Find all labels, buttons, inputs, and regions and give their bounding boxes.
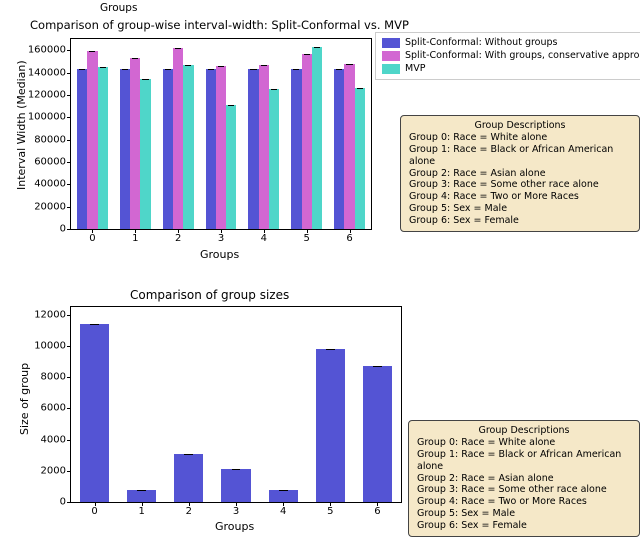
chart2-plot-area: 0200040006000800010000120000123456: [70, 306, 402, 503]
chart1-bar: [312, 47, 322, 229]
groupbox-line: Group 0: Race = White alone: [417, 437, 631, 449]
chart2-bar: [127, 490, 156, 502]
chart1-ytick: 60000: [34, 156, 71, 167]
chart1-bar: [98, 67, 108, 229]
chart1-bar: [344, 64, 354, 229]
chart1-bar: [334, 69, 344, 229]
groupbox-line: Group 3: Race = Some other race alone: [409, 179, 631, 191]
chart1-bar: [183, 65, 193, 229]
chart1-bar: [77, 69, 87, 229]
groupbox-line: Group 2: Race = Asian alone: [409, 168, 631, 180]
legend-label: Split-Conformal: Without groups: [405, 37, 557, 50]
groupbox-line: Group 6: Sex = Female: [409, 215, 631, 227]
group-descriptions-box: Group DescriptionsGroup 0: Race = White …: [400, 115, 640, 232]
chart1-xlabel: Groups: [200, 248, 239, 261]
chart1-bar: [259, 65, 269, 229]
chart1-bar: [206, 69, 216, 229]
group-descriptions-box: Group DescriptionsGroup 0: Race = White …: [408, 420, 640, 537]
chart1-bar: [120, 69, 130, 229]
chart2-bar: [174, 454, 203, 502]
chart2-ytick: 12000: [34, 309, 71, 320]
chart1-bar: [163, 69, 173, 229]
chart1-ytick: 160000: [28, 45, 71, 56]
chart2-bar: [221, 469, 250, 502]
groupbox-line: Group 6: Sex = Female: [417, 520, 631, 532]
groupbox-line: Group 5: Sex = Male: [409, 203, 631, 215]
chart1-ytick: 80000: [34, 134, 71, 145]
legend-label: Split-Conformal: With groups, conservati…: [405, 50, 640, 63]
chart1-title: Comparison of group-wise interval-width:…: [30, 18, 409, 32]
chart1-plot-area: 0200004000060000800001000001200001400001…: [70, 38, 372, 230]
groupbox-line: Group 5: Sex = Male: [417, 508, 631, 520]
chart2-bar: [316, 349, 345, 502]
chart1-bar: [291, 69, 301, 229]
legend-swatch: [382, 38, 400, 48]
chart1-bar: [173, 48, 183, 229]
chart1-ytick: 40000: [34, 179, 71, 190]
chart1-ytick: 20000: [34, 201, 71, 212]
chart1-bar: [140, 79, 150, 229]
chart1-bar: [248, 69, 258, 229]
chart1-bar: [355, 88, 365, 229]
chart2-xlabel: Groups: [215, 520, 254, 533]
chart1-bar: [216, 66, 226, 229]
chart1-bar: [130, 58, 140, 229]
groupbox-title: Group Descriptions: [409, 120, 631, 132]
chart2-bar: [80, 324, 109, 502]
chart1-legend: Split-Conformal: Without groups Split-Co…: [375, 32, 640, 80]
chart1-bar: [269, 89, 279, 229]
groupbox-line: Group 4: Race = Two or More Races: [417, 496, 631, 508]
chart1-bar: [226, 105, 236, 229]
legend-swatch: [382, 64, 400, 74]
groupbox-line: Group 4: Race = Two or More Races: [409, 191, 631, 203]
groupbox-line: Group 2: Race = Asian alone: [417, 473, 631, 485]
cropped-prev-xlabel: Groups: [100, 2, 137, 14]
groupbox-title: Group Descriptions: [417, 425, 631, 437]
legend-item: Split-Conformal: With groups, conservati…: [382, 50, 640, 63]
legend-swatch: [382, 51, 400, 61]
chart1-bar: [87, 51, 97, 229]
chart2-bar: [269, 490, 298, 502]
chart2-title: Comparison of group sizes: [130, 288, 289, 302]
chart1-bar: [302, 54, 312, 229]
chart1-ytick: 120000: [28, 89, 71, 100]
chart1-ytick: 100000: [28, 112, 71, 123]
chart2-ylabel: Size of group: [18, 363, 31, 435]
groupbox-line: Group 1: Race = Black or African America…: [409, 144, 631, 168]
chart1-ytick: 140000: [28, 67, 71, 78]
chart2-ytick: 10000: [34, 341, 71, 352]
groupbox-line: Group 0: Race = White alone: [409, 132, 631, 144]
legend-label: MVP: [405, 63, 425, 76]
chart2-bar: [363, 366, 392, 502]
groupbox-line: Group 3: Race = Some other race alone: [417, 484, 631, 496]
legend-item: Split-Conformal: Without groups: [382, 37, 640, 50]
chart1-ylabel: Interval Width (Median): [15, 60, 28, 190]
legend-item: MVP: [382, 63, 640, 76]
groupbox-line: Group 1: Race = Black or African America…: [417, 449, 631, 473]
